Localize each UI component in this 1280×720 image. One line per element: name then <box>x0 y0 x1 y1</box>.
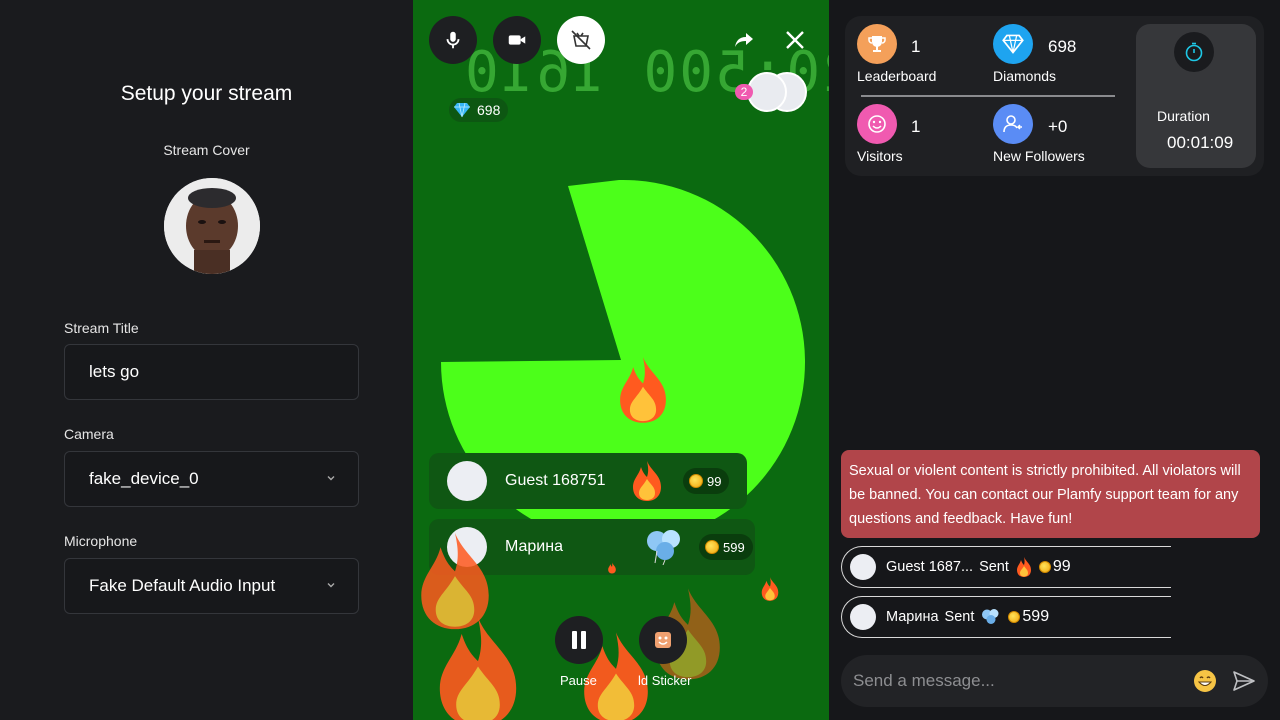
stream-title-input[interactable]: lets go <box>64 344 359 400</box>
followers-value: +0 <box>1048 117 1068 136</box>
pause-label: Pause <box>560 673 597 688</box>
diamond-icon <box>454 102 470 118</box>
chat-sender-name: Марина <box>886 609 939 625</box>
message-input[interactable] <box>853 667 1173 695</box>
gift-amount: 99 <box>683 468 730 494</box>
chevron-down-icon <box>326 579 336 593</box>
avatar <box>850 554 876 580</box>
add-sticker-button[interactable] <box>639 616 687 664</box>
duration-value: 00:01:09 <box>1167 133 1234 152</box>
share-icon <box>735 33 753 47</box>
send-icon <box>1233 671 1255 691</box>
stream-cover-image[interactable] <box>164 178 260 274</box>
chat-message-content: Марина Sent 599 <box>886 607 1049 627</box>
effects-off-button[interactable] <box>557 16 605 64</box>
chat-sent-label: Sent <box>944 609 975 625</box>
chat-message-content: Guest 1687... Sent 99 <box>886 556 1071 578</box>
avatar <box>850 604 876 630</box>
content-policy-notice: Sexual or violent content is strictly pr… <box>841 450 1260 538</box>
coin-icon <box>689 474 703 488</box>
diamond-icon <box>993 24 1033 64</box>
add-sticker-label: ld Sticker <box>638 673 692 688</box>
close-icon <box>786 31 804 49</box>
camera-select[interactable]: fake_device_0 <box>64 451 359 507</box>
gift-amount-value: 99 <box>707 473 722 489</box>
chat-gift-message: Марина Sent 599 <box>841 596 1171 638</box>
chat-gift-amount: 99 <box>1052 558 1071 575</box>
fire-icon <box>608 562 616 574</box>
sticker-icon <box>655 632 671 648</box>
chevron-down-icon <box>326 472 336 486</box>
timer-icon <box>1174 32 1214 72</box>
video-camera-icon <box>508 35 526 45</box>
emoji-icon <box>1194 670 1216 692</box>
trophy-icon <box>857 24 897 64</box>
camera-toggle-button[interactable] <box>493 16 541 64</box>
stats-chat-panel: 1 Leaderboard 698 Diamonds 1 Visitors +0… <box>829 0 1280 720</box>
stream-cover-label: Stream Cover <box>163 142 250 158</box>
add-follower-icon <box>993 104 1033 144</box>
effects-off-icon <box>571 30 591 50</box>
stream-preview: 20:500 1610 698 2 Guest 168751 99 Марина… <box>413 0 829 720</box>
viewer-avatar <box>747 72 787 112</box>
visitors-value: 1 <box>911 117 921 136</box>
gift-amount: 599 <box>699 534 753 560</box>
gift-amount-value: 599 <box>723 539 745 555</box>
fire-icon <box>620 357 666 423</box>
diamonds-value: 698 <box>1048 37 1077 56</box>
microphone-toggle-button[interactable] <box>429 16 477 64</box>
chat-gift-message: Guest 1687... Sent 99 <box>841 546 1171 588</box>
stream-title-value: lets go <box>89 362 140 381</box>
fire-icon <box>439 617 517 720</box>
message-composer <box>841 655 1268 707</box>
viewer-count-badge: 2 <box>735 84 753 100</box>
followers-label: New Followers <box>993 148 1085 164</box>
chat-sender-name: Guest 1687... <box>886 559 974 575</box>
camera-label: Camera <box>64 426 114 442</box>
leaderboard-value: 1 <box>911 37 921 56</box>
duration-label: Duration <box>1157 108 1210 124</box>
viewer-avatars[interactable] <box>745 72 815 112</box>
microphone-label: Microphone <box>64 533 138 549</box>
pause-icon <box>572 631 586 649</box>
camera-value: fake_device_0 <box>89 469 199 488</box>
balloons-icon <box>643 527 687 574</box>
diamonds-label: Diamonds <box>993 68 1057 84</box>
emoji-button[interactable] <box>1192 668 1218 694</box>
diamond-counter: 698 <box>449 98 509 122</box>
chat-gift-amount: 599 <box>1022 608 1050 625</box>
gift-notification: Guest 168751 99 <box>429 453 747 509</box>
fire-icon <box>629 459 665 512</box>
microphone-value: Fake Default Audio Input <box>89 576 276 595</box>
leaderboard-label: Leaderboard <box>857 68 937 84</box>
close-button[interactable] <box>779 24 811 56</box>
send-button[interactable] <box>1231 668 1257 694</box>
diamond-count: 698 <box>477 102 501 118</box>
setup-title: Setup your stream <box>120 82 293 105</box>
chat-sent-label: Sent <box>979 559 1009 575</box>
stats-divider <box>861 95 1115 97</box>
cover-portrait-icon <box>164 178 260 274</box>
setup-panel: Setup your stream Stream Cover Stream Ti… <box>0 0 413 720</box>
duration-card: Duration 00:01:09 <box>1136 24 1256 168</box>
microphone-select[interactable]: Fake Default Audio Input <box>64 558 359 614</box>
coin-icon <box>705 540 719 554</box>
smiley-icon <box>857 104 897 144</box>
visitors-label: Visitors <box>857 148 903 164</box>
balloons-icon <box>982 609 999 624</box>
stream-title-label: Stream Title <box>64 320 139 336</box>
gift-sender-name: Марина <box>505 538 563 555</box>
avatar <box>447 461 487 501</box>
fire-icon <box>761 577 779 601</box>
stream-stats-card: 1 Leaderboard 698 Diamonds 1 Visitors +0… <box>845 16 1264 176</box>
app: Setup your stream Stream Cover Stream Ti… <box>0 0 1280 720</box>
pause-button[interactable] <box>555 616 603 664</box>
coin-icon <box>1038 561 1051 573</box>
gift-sender-name: Guest 168751 <box>505 472 606 489</box>
coin-icon <box>1008 611 1021 623</box>
share-button[interactable] <box>728 24 760 56</box>
fire-icon <box>1016 557 1031 577</box>
microphone-icon <box>446 31 460 49</box>
